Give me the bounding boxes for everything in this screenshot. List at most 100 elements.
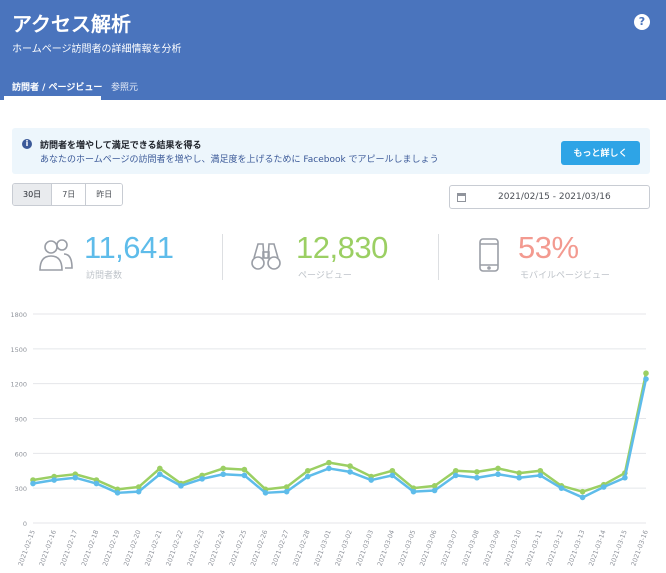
x-tick-label: 2021-02-19 — [101, 529, 121, 567]
data-point-visitors — [114, 490, 121, 496]
data-point-visitors — [516, 474, 522, 481]
x-tick-label: 2021-02-16 — [38, 529, 58, 567]
x-tick-label: 2021-02-21 — [143, 529, 163, 567]
data-point-pageviews — [495, 465, 501, 472]
x-tick-label: 2021-02-18 — [80, 529, 100, 567]
y-tick-label: 600 — [15, 450, 27, 458]
data-point-visitors — [72, 474, 79, 481]
x-tick-label: 2021-03-04 — [376, 529, 396, 567]
tab-visitors-pageviews[interactable]: 訪問者 / ページビュー — [12, 80, 102, 93]
data-point-visitors — [262, 490, 269, 496]
x-tick-label: 2021-03-13 — [566, 529, 586, 567]
x-tick-label: 2021-02-28 — [291, 529, 311, 567]
x-tick-label: 2021-02-17 — [59, 529, 79, 567]
y-tick-label: 1500 — [10, 346, 27, 354]
stat-divider — [222, 234, 223, 280]
x-tick-label: 2021-03-08 — [460, 529, 480, 567]
x-tick-label: 2021-02-26 — [249, 529, 269, 567]
data-point-visitors — [600, 484, 607, 490]
data-point-visitors — [241, 472, 248, 479]
data-point-visitors — [431, 487, 438, 494]
stat-mobile: 53% モバイルページビュー — [478, 228, 658, 288]
x-tick-label: 2021-02-23 — [186, 529, 206, 567]
data-point-visitors — [643, 376, 649, 382]
stat-mobile-value: 53% — [518, 230, 579, 265]
x-tick-label: 2021-02-24 — [207, 529, 227, 567]
data-point-visitors — [558, 485, 565, 491]
x-tick-label: 2021-03-09 — [481, 529, 501, 567]
data-point-visitors — [157, 471, 163, 478]
date-range-text: 2021/02/15 - 2021/03/16 — [498, 192, 611, 202]
x-tick-label: 2021-03-16 — [629, 529, 649, 567]
page-subtitle: ホームページ訪問者の詳細情報を分析 — [12, 44, 182, 55]
data-point-pageviews — [347, 463, 353, 469]
data-point-visitors — [220, 471, 227, 478]
data-point-visitors — [93, 480, 100, 487]
visitors-icon — [39, 239, 73, 271]
stat-pageviews-value: 12,830 — [296, 230, 388, 265]
data-point-visitors — [389, 472, 396, 479]
stat-visitors-value: 11,641 — [84, 230, 174, 265]
data-point-visitors — [326, 465, 332, 472]
x-tick-label: 2021-03-11 — [524, 529, 544, 567]
data-point-pageviews — [474, 469, 480, 475]
data-point-visitors — [30, 480, 36, 487]
x-tick-label: 2021-02-15 — [16, 529, 36, 567]
stat-visitors-label: 訪問者数 — [86, 271, 123, 281]
data-point-visitors — [283, 488, 290, 495]
active-tab-indicator — [4, 96, 101, 100]
date-range-selector: 30日 7日 昨日 — [12, 183, 124, 206]
data-point-visitors — [452, 472, 459, 479]
series-line-pageviews — [32, 372, 648, 493]
help-icon[interactable]: ? — [634, 14, 650, 30]
data-point-visitors — [579, 494, 586, 501]
y-tick-label: 900 — [15, 416, 27, 424]
page-title: アクセス解析 — [12, 12, 131, 36]
stat-pageviews-label: ページビュー — [298, 271, 352, 281]
data-point-pageviews — [326, 459, 332, 466]
x-tick-label: 2021-02-20 — [122, 529, 142, 567]
x-tick-label: 2021-03-07 — [439, 529, 459, 567]
data-point-visitors — [474, 474, 480, 481]
data-point-pageviews — [241, 466, 248, 473]
x-tick-label: 2021-03-05 — [397, 529, 417, 567]
x-tick-label: 2021-03-01 — [312, 529, 332, 567]
data-point-pageviews — [220, 465, 227, 472]
y-tick-label: 1800 — [10, 311, 27, 319]
data-point-visitors — [537, 472, 544, 479]
data-point-pageviews — [157, 465, 163, 472]
data-point-pageviews — [579, 488, 586, 495]
data-point-visitors — [368, 477, 375, 483]
info-icon: i — [22, 139, 32, 149]
binoculars-icon — [251, 243, 281, 270]
info-banner: i 訪問者を増やして満足できる結果を得る あなたのホームページの訪問者を増やし、… — [12, 128, 650, 174]
x-tick-label: 2021-03-10 — [503, 529, 523, 567]
data-point-visitors — [199, 476, 205, 482]
learn-more-button[interactable]: もっと詳しく — [561, 141, 640, 165]
range-30-days-button[interactable]: 30日 — [13, 184, 53, 205]
page-header: アクセス解析 ホームページ訪問者の詳細情報を分析 ? 訪問者 / ページビュー … — [0, 0, 666, 100]
range-7-days-button[interactable]: 7日 — [52, 184, 87, 205]
data-point-visitors — [135, 488, 142, 495]
x-tick-label: 2021-03-14 — [587, 529, 607, 567]
stat-visitors: 11,641 訪問者数 — [38, 228, 218, 288]
x-tick-label: 2021-03-03 — [355, 529, 375, 567]
tab-referrers[interactable]: 参照元 — [111, 80, 138, 93]
x-tick-label: 2021-03-02 — [334, 529, 354, 567]
y-tick-label: 1200 — [10, 381, 27, 389]
date-range-picker[interactable]: 2021/02/15 - 2021/03/16 — [449, 185, 650, 209]
stat-pageviews: 12,830 ページビュー — [250, 228, 430, 288]
x-tick-label: 2021-02-25 — [228, 529, 248, 567]
x-tick-label: 2021-03-15 — [608, 529, 628, 567]
data-point-visitors — [622, 474, 628, 481]
stat-divider — [438, 234, 439, 280]
data-point-visitors — [347, 469, 353, 475]
calendar-icon — [457, 193, 466, 202]
x-tick-label: 2021-02-27 — [270, 529, 290, 567]
x-tick-label: 2021-02-22 — [164, 529, 184, 567]
data-point-visitors — [51, 477, 57, 483]
range-yesterday-button[interactable]: 昨日 — [86, 184, 123, 205]
data-point-visitors — [304, 473, 311, 480]
stat-mobile-label: モバイルページビュー — [520, 271, 610, 281]
x-tick-label: 2021-03-06 — [418, 529, 438, 567]
